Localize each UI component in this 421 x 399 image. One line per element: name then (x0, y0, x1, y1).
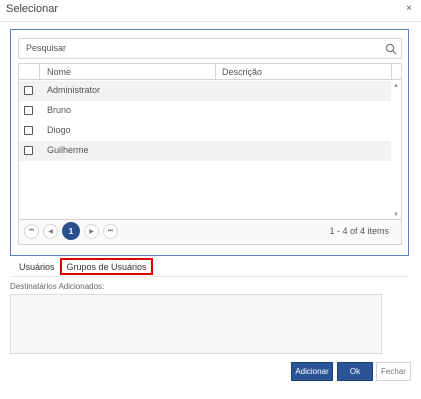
row-checkbox[interactable] (24, 146, 33, 155)
close-icon[interactable]: × (406, 3, 412, 14)
first-page-icon[interactable]: ⏮ (24, 224, 39, 239)
tab-users[interactable]: Usuários (19, 262, 55, 272)
recipients-label: Destinatários Adicionados: (10, 282, 105, 291)
search-input[interactable]: Pesquisar (18, 38, 402, 59)
row-checkbox[interactable] (24, 126, 33, 135)
dialog-title: Selecionar (6, 3, 58, 15)
vertical-scrollbar[interactable]: ▲ ▼ (391, 80, 401, 219)
close-button[interactable]: Fechar (376, 362, 411, 381)
row-name: Administrator (47, 85, 101, 95)
grid-header: Nome Descrição (19, 64, 401, 80)
column-separator (391, 64, 392, 80)
row-checkbox[interactable] (24, 86, 33, 95)
prev-page-icon[interactable]: ◀ (43, 224, 58, 239)
column-header-name[interactable]: Nome (47, 67, 71, 77)
pagination-bar: ⏮ ◀ 1 ▶ ⏭ 1 - 4 of 4 items (18, 220, 402, 245)
row-name: Diogo (47, 125, 71, 135)
next-page-icon[interactable]: ▶ (84, 224, 99, 239)
table-row[interactable]: Guilherme (19, 141, 391, 161)
table-row[interactable]: Diogo (19, 121, 391, 141)
users-grid: Nome Descrição Administrator Bruno Diogo… (18, 63, 402, 220)
table-row[interactable]: Administrator (19, 81, 391, 101)
column-separator (39, 64, 40, 80)
column-header-description[interactable]: Descrição (222, 67, 262, 77)
search-placeholder: Pesquisar (26, 43, 67, 53)
scroll-down-icon[interactable]: ▼ (393, 212, 399, 218)
last-page-icon[interactable]: ⏭ (103, 224, 118, 239)
recipients-box[interactable] (10, 294, 382, 354)
ok-button[interactable]: Ok (337, 362, 373, 381)
tab-user-groups[interactable]: Grupos de Usuários (60, 258, 153, 275)
table-row[interactable]: Bruno (19, 101, 391, 121)
page-1-button[interactable]: 1 (62, 222, 80, 240)
row-checkbox[interactable] (24, 106, 33, 115)
pager-info: 1 - 4 of 4 items (329, 226, 389, 236)
column-separator (215, 64, 216, 80)
add-button[interactable]: Adicionar (291, 362, 333, 381)
row-name: Guilherme (47, 145, 89, 155)
title-divider (0, 21, 421, 22)
row-name: Bruno (47, 105, 72, 115)
search-icon[interactable] (384, 42, 398, 56)
tabs-divider (10, 276, 409, 277)
scroll-up-icon[interactable]: ▲ (393, 83, 399, 89)
